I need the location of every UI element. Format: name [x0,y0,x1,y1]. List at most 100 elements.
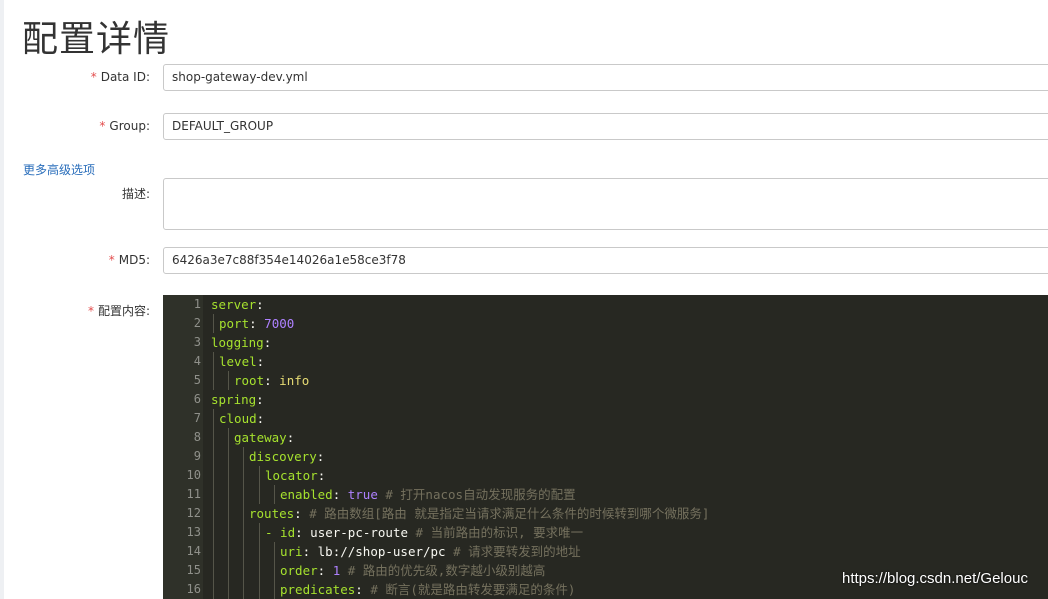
code-line: 2 port: 7000 [163,314,1048,333]
code-line: 4 level: [163,352,1048,371]
code-text: root: info [234,373,310,388]
indent-guide [228,466,229,485]
indent-guide [259,485,260,504]
line-number: 3 [193,335,201,349]
indent-guide [213,580,214,599]
indent-guide [213,428,214,447]
code-text: routes: # 路由数组[路由 就是指定当请求满足什么条件的时候转到哪个微服… [249,506,710,521]
line-number: 15 [186,563,201,577]
indent-guide [243,580,244,599]
line-number: 11 [186,487,201,501]
indent-guide [228,428,229,447]
indent-guide [213,447,214,466]
indent-guide [228,561,229,580]
indent-guide [213,504,214,523]
indent-guide [213,409,214,428]
required-mark: * [99,119,106,133]
md5-label: * MD5: [108,253,150,267]
code-text: cloud: [219,411,265,426]
code-line: 13 - id: user-pc-route # 当前路由的标识, 要求唯一 [163,523,1048,542]
indent-guide [213,352,214,371]
group-label: * Group: [99,119,150,133]
page-title: 配置详情 [22,19,171,60]
line-number: 9 [193,449,201,463]
indent-guide [259,580,260,599]
line-number: 2 [193,316,201,330]
code-line: 12 routes: # 路由数组[路由 就是指定当请求满足什么条件的时候转到哪个… [163,504,1048,523]
description-textarea[interactable] [163,178,1048,230]
indent-guide [213,542,214,561]
line-number: 10 [186,468,201,482]
line-number: 5 [193,373,201,387]
left-rail [0,0,4,599]
indent-guide [243,466,244,485]
code-text: spring: [211,392,264,407]
line-number: 8 [193,430,201,444]
code-line: 3 logging: [163,333,1048,352]
data-id-label: * Data ID: [90,70,150,84]
indent-guide [228,485,229,504]
indent-guide [213,371,214,390]
code-text: server: [211,297,264,312]
line-number: 13 [186,525,201,539]
code-line: 11 enabled: true # 打开nacos自动发现服务的配置 [163,485,1048,504]
code-text: gateway: [234,430,295,445]
indent-guide [228,371,229,390]
indent-guide [228,580,229,599]
code-line: 5 root: info [163,371,1048,390]
line-number: 6 [193,392,201,406]
line-number: 14 [186,544,201,558]
code-line: 9 discovery: [163,447,1048,466]
line-number: 7 [193,411,201,425]
indent-guide [274,542,275,561]
required-mark: * [87,304,94,318]
indent-guide [213,485,214,504]
indent-guide [259,466,260,485]
code-line: 6 spring: [163,390,1048,409]
code-editor[interactable]: 1 server: 2 port: 7000 3 logging: 4 level: 5 root… [163,295,1048,599]
line-number: 12 [186,506,201,520]
indent-guide [274,561,275,580]
required-mark: * [90,70,97,84]
code-line: 8 gateway: [163,428,1048,447]
line-number: 16 [186,582,201,596]
code-text: level: [219,354,265,369]
code-line: 14 uri: lb://shop-user/pc # 请求要转发到的地址 [163,542,1048,561]
line-number: 1 [193,297,201,311]
indent-guide [243,561,244,580]
code-line: 10 locator: [163,466,1048,485]
line-number: 4 [193,354,201,368]
code-text: enabled: true # 打开nacos自动发现服务的配置 [280,487,576,502]
indent-guide [213,561,214,580]
code-text: uri: lb://shop-user/pc # 请求要转发到的地址 [280,544,581,559]
indent-guide [243,447,244,466]
indent-guide [213,314,214,333]
code-text: discovery: [249,449,325,464]
code-text: port: 7000 [219,316,295,331]
indent-guide [259,561,260,580]
indent-guide [243,485,244,504]
code-line: 1 server: [163,295,1048,314]
indent-guide [243,542,244,561]
md5-field[interactable]: 6426a3e7c88f354e14026a1e58ce3f78 [163,247,1048,274]
indent-guide [213,466,214,485]
code-text: logging: [211,335,272,350]
indent-guide [213,523,214,542]
required-mark: * [108,253,115,267]
indent-guide [228,447,229,466]
watermark: https://blog.csdn.net/Gelouc [842,570,1028,587]
code-text: predicates: # 断言(就是路由转发要满足的条件) [280,582,576,597]
indent-guide [228,542,229,561]
indent-guide [228,523,229,542]
code-text: - id: user-pc-route # 当前路由的标识, 要求唯一 [265,525,584,540]
content-label: * 配置内容: [87,304,150,318]
advanced-options-link[interactable]: 更多高级选项 [23,161,95,178]
code-text: order: 1 # 路由的优先级,数字越小级别越高 [280,563,546,578]
group-field[interactable]: DEFAULT_GROUP [163,113,1048,140]
indent-guide [274,485,275,504]
data-id-field[interactable]: shop-gateway-dev.yml [163,64,1048,91]
indent-guide [259,523,260,542]
description-label: 描述: [121,187,150,201]
indent-guide [259,542,260,561]
indent-guide [243,504,244,523]
